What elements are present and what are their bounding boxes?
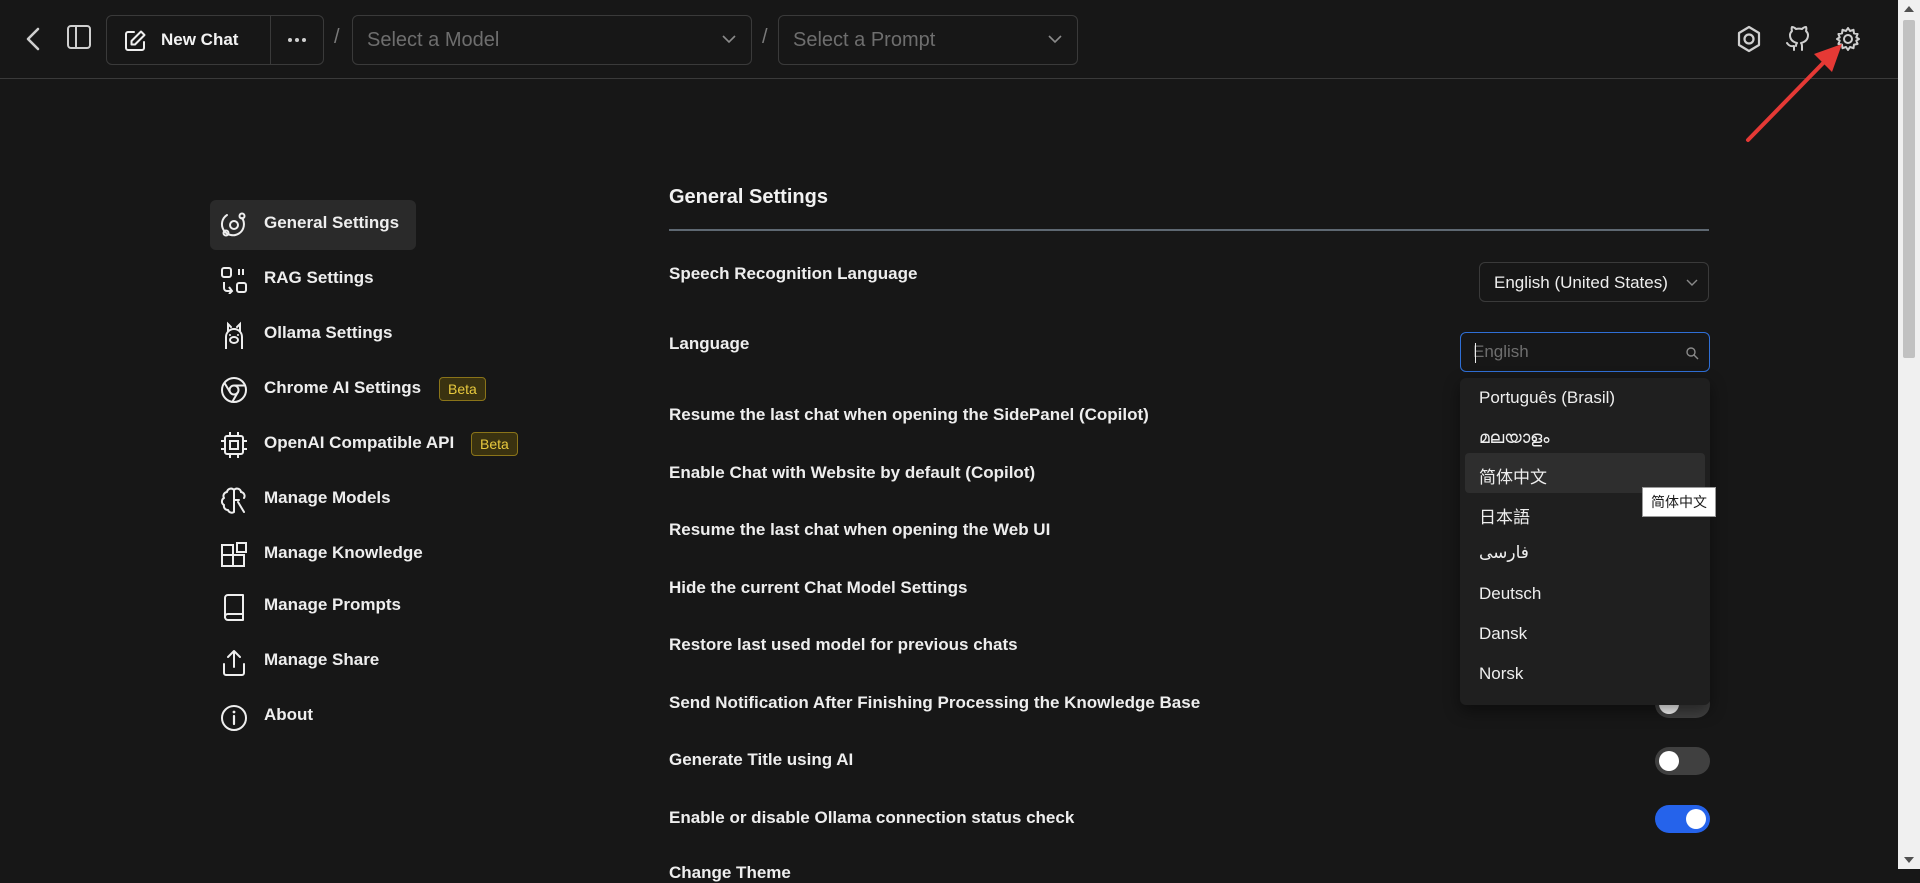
sidebar-item-about[interactable]: About	[210, 692, 570, 742]
toggle-label: Resume the last chat when opening the Si…	[669, 405, 1149, 424]
divider	[669, 229, 1709, 231]
ollama-status-check-toggle[interactable]	[1655, 805, 1710, 833]
chevron-down-icon	[1047, 33, 1063, 45]
sidebar-item-manage-models[interactable]: Manage Models	[210, 475, 570, 525]
rag-icon	[220, 266, 248, 294]
language-option-label: Dansk	[1479, 624, 1528, 643]
model-select-placeholder: Select a Model	[367, 29, 500, 51]
language-option-label: Deutsch	[1479, 584, 1542, 603]
speech-language-select[interactable]: English (United States)	[1479, 262, 1709, 302]
sidebar-item-rag-settings[interactable]: RAG Settings	[210, 255, 570, 305]
language-option[interactable]: Dansk	[1465, 614, 1705, 654]
sidebar-item-manage-share[interactable]: Manage Share	[210, 637, 570, 687]
more-options-button[interactable]	[271, 16, 323, 64]
change-theme-label: Change Theme	[669, 863, 791, 882]
toggle-label: Send Notification After Finishing Proces…	[669, 693, 1201, 712]
toggle-label: Resume the last chat when opening the We…	[669, 520, 1051, 539]
sidebar-item-openai-compatible-api[interactable]: OpenAI Compatible API Beta	[210, 420, 570, 470]
llama-icon	[220, 321, 248, 351]
chevron-down-icon	[721, 33, 737, 45]
new-chat-group: New Chat	[106, 15, 324, 65]
new-chat-label: New Chat	[161, 30, 239, 49]
language-option-label: മലയാളം	[1479, 428, 1550, 447]
sidebar-item-label: OpenAI Compatible API	[264, 433, 455, 452]
scroll-up-arrow[interactable]	[1904, 6, 1914, 12]
option-tooltip: 简体中文	[1642, 487, 1716, 517]
sidebar-item-general-settings[interactable]: General Settings	[210, 200, 416, 250]
toggle-label: Enable Chat with Website by default (Cop…	[669, 463, 1036, 482]
language-option[interactable]: Português (Brasil)	[1465, 378, 1705, 418]
generate-title-toggle[interactable]	[1655, 747, 1710, 775]
breadcrumb-separator: /	[762, 26, 768, 48]
language-option-label: Português (Brasil)	[1479, 388, 1616, 407]
language-option-label: فارسی	[1479, 543, 1529, 562]
share-icon	[220, 648, 248, 678]
sidebar-item-label: General Settings	[264, 213, 400, 232]
breadcrumb-separator: /	[334, 26, 340, 48]
book-icon	[220, 593, 248, 623]
language-search-input[interactable]	[1473, 341, 1673, 363]
info-icon	[220, 703, 248, 733]
sidebar-item-label: Manage Models	[264, 488, 391, 507]
section-title: General Settings	[669, 186, 828, 208]
language-dropdown: Português (Brasil) മലയാളം 简体中文 日本語 فارسی…	[1460, 378, 1710, 705]
prompt-select[interactable]: Select a Prompt	[778, 15, 1078, 65]
language-option-label: 简体中文	[1479, 468, 1547, 487]
toggle-knob	[1659, 751, 1679, 771]
toggle-label: Generate Title using AI	[669, 750, 854, 769]
speech-language-value: English (United States)	[1494, 273, 1668, 292]
beta-badge: Beta	[439, 377, 486, 401]
scrollbar[interactable]	[1898, 0, 1920, 869]
toggle-label: Restore last used model for previous cha…	[669, 635, 1018, 654]
sidebar-item-label: Manage Knowledge	[264, 543, 423, 562]
sidebar-item-label: Manage Prompts	[264, 595, 401, 614]
text-cursor	[1475, 343, 1476, 363]
sidebar-item-label: Manage Share	[264, 650, 380, 669]
language-option[interactable]: فارسی	[1465, 533, 1705, 573]
search-icon	[1685, 346, 1699, 360]
beta-badge: Beta	[471, 432, 518, 456]
back-arrow-icon[interactable]	[22, 26, 46, 52]
sidebar-item-chrome-ai-settings[interactable]: Chrome AI Settings Beta	[210, 365, 570, 415]
model-select[interactable]: Select a Model	[352, 15, 752, 65]
cpu-icon	[220, 431, 248, 459]
toggle-label: Enable or disable Ollama connection stat…	[669, 808, 1075, 827]
chrome-icon	[220, 376, 248, 404]
orbit-icon	[220, 211, 248, 239]
new-chat-button[interactable]: New Chat	[107, 16, 271, 64]
language-option[interactable]: മലയാളം	[1465, 418, 1705, 458]
brain-icon	[220, 486, 248, 516]
language-option-label: 日本語	[1479, 508, 1530, 527]
sidebar-item-manage-knowledge[interactable]: Manage Knowledge	[210, 530, 570, 580]
sidebar-item-ollama-settings[interactable]: Ollama Settings	[210, 310, 570, 360]
language-search[interactable]	[1460, 332, 1710, 372]
sidebar-item-manage-prompts[interactable]: Manage Prompts	[210, 582, 570, 632]
sidebar-toggle-icon[interactable]	[66, 24, 92, 50]
chevron-down-icon	[1686, 278, 1698, 288]
edit-icon	[123, 29, 147, 53]
sidebar-item-label: About	[264, 705, 314, 724]
more-horizontal-icon	[285, 31, 309, 49]
blocks-icon	[220, 541, 248, 569]
toggle-label: Hide the current Chat Model Settings	[669, 578, 968, 597]
sidebar-item-label: Ollama Settings	[264, 323, 393, 342]
language-label: Language	[669, 334, 750, 353]
language-option-label: Norsk	[1479, 664, 1524, 683]
sidebar-item-label: Chrome AI Settings	[264, 378, 422, 397]
scroll-thumb[interactable]	[1903, 20, 1915, 358]
language-option[interactable]: Deutsch	[1465, 574, 1705, 614]
language-option[interactable]: Norsk	[1465, 654, 1705, 694]
scroll-down-arrow[interactable]	[1904, 857, 1914, 863]
speech-recognition-label: Speech Recognition Language	[669, 264, 918, 283]
annotation-arrow-icon	[1740, 40, 1850, 150]
sidebar-item-label: RAG Settings	[264, 268, 374, 287]
prompt-select-placeholder: Select a Prompt	[793, 29, 936, 51]
toggle-knob	[1686, 809, 1706, 829]
top-bar: New Chat / Select a Model / Select a Pro…	[0, 0, 1898, 79]
